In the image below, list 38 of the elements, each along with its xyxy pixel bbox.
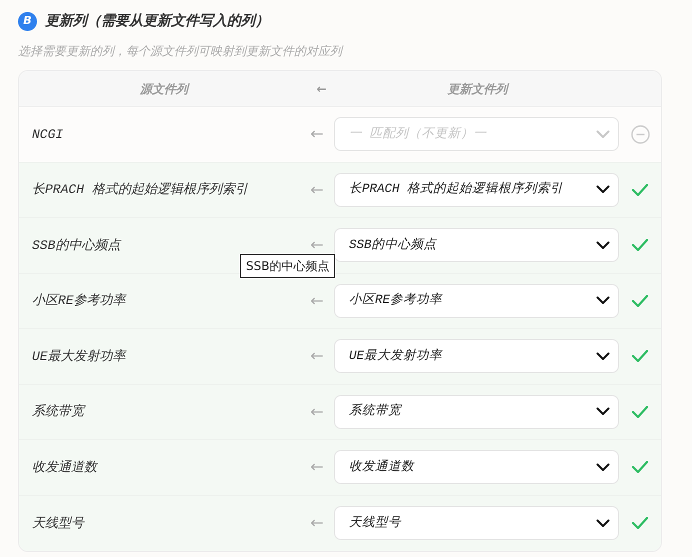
chevron-down-icon	[596, 462, 610, 472]
arrow-text: ←	[309, 290, 325, 312]
chevron-down-icon	[596, 130, 610, 139]
arrow-text: ←	[309, 123, 325, 146]
arrow-text: ←	[309, 400, 325, 423]
source-column-name: 天线型号	[31, 514, 86, 532]
chevron-down-icon	[596, 240, 610, 250]
section-badge: B	[18, 12, 37, 31]
target-column-select[interactable]: SSB的中心频点	[334, 228, 619, 262]
source-column-name: 小区RE参考功率	[31, 292, 128, 310]
arrow-text: ←	[309, 345, 325, 368]
tooltip: SSB的中心频点	[240, 254, 336, 278]
source-column-name: SSB的中心频点	[31, 236, 122, 254]
target-column-select[interactable]: UE最大发射功率	[334, 339, 619, 374]
chevron-down-icon	[596, 518, 610, 528]
target-column-select[interactable]: 收发通道数	[334, 450, 619, 484]
arrow-text: ←	[309, 512, 325, 534]
chevron-down-icon	[596, 185, 610, 194]
target-column-select[interactable]: 小区RE参考功率	[334, 284, 619, 318]
source-column-name: NCGI	[31, 126, 64, 144]
column-header: 源文件列	[138, 80, 191, 98]
target-column-select[interactable]: 长PRACH 格式的起始逻辑根序列索引	[334, 172, 619, 207]
arrow-text: ←	[309, 234, 325, 256]
source-column-name: UE最大发射功率	[31, 348, 128, 366]
arrow-text: ←	[309, 456, 325, 478]
arrow-text: ←	[309, 178, 325, 201]
chevron-down-icon	[596, 407, 610, 416]
section-title: 更新列（需要从更新文件写入的列）	[45, 12, 269, 31]
source-column-name: 系统带宽	[31, 403, 87, 421]
column-header: ←	[315, 80, 328, 98]
source-column-name: 长PRACH 格式的起始逻辑根序列索引	[31, 181, 249, 199]
source-column-name: 收发通道数	[31, 458, 99, 476]
chevron-down-icon	[596, 296, 610, 306]
column-header: 更新文件列	[446, 80, 510, 98]
chevron-down-icon	[596, 352, 610, 361]
section-subtitle: 选择需要更新的列，每个源文件列可映射到更新文件的对应列	[18, 43, 344, 60]
target-column-select[interactable]: 系统带宽	[334, 394, 619, 429]
target-column-select[interactable]: 天线型号	[334, 506, 619, 540]
